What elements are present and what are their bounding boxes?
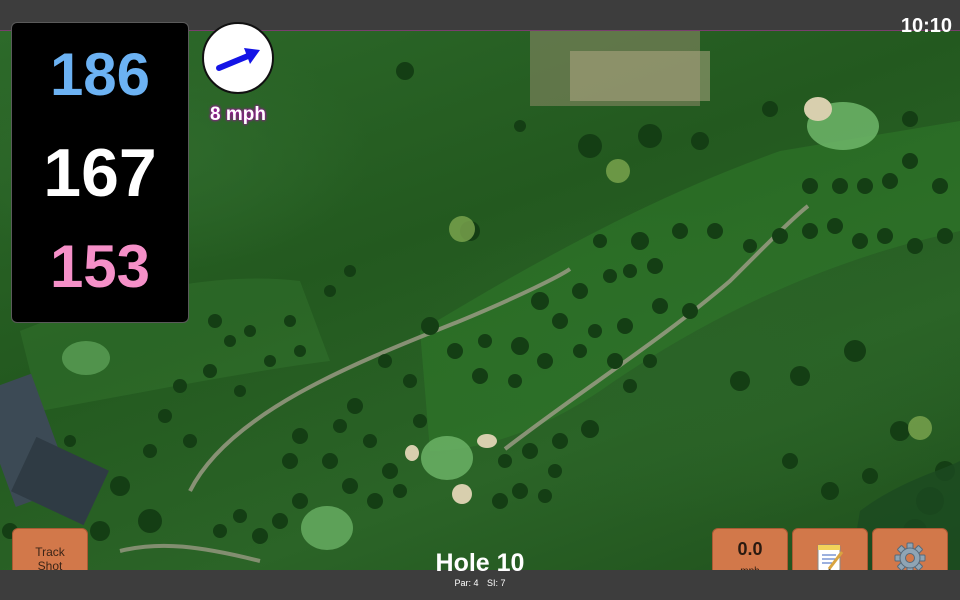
front-distance: 153 bbox=[49, 233, 151, 300]
track-shot-label-line1: Track bbox=[35, 545, 65, 559]
wind-arrow-icon bbox=[216, 48, 260, 71]
hole-par: Par: 4 bbox=[454, 578, 479, 588]
clock-time: 10:10 bbox=[900, 15, 952, 37]
wind-speed-label: 8 mph bbox=[210, 104, 266, 125]
hole-meta: Par: 4 SI: 7 bbox=[380, 577, 580, 589]
distance-panel: 186 167 153 bbox=[11, 22, 189, 323]
wind-direction-dial bbox=[202, 22, 274, 94]
back-distance: 186 bbox=[49, 41, 151, 108]
middle-distance: 167 bbox=[43, 135, 157, 211]
hole-stroke-index: SI: 7 bbox=[487, 578, 506, 588]
hole-title: Hole 10 bbox=[435, 549, 525, 577]
speed-value: 0.0 bbox=[737, 539, 763, 559]
